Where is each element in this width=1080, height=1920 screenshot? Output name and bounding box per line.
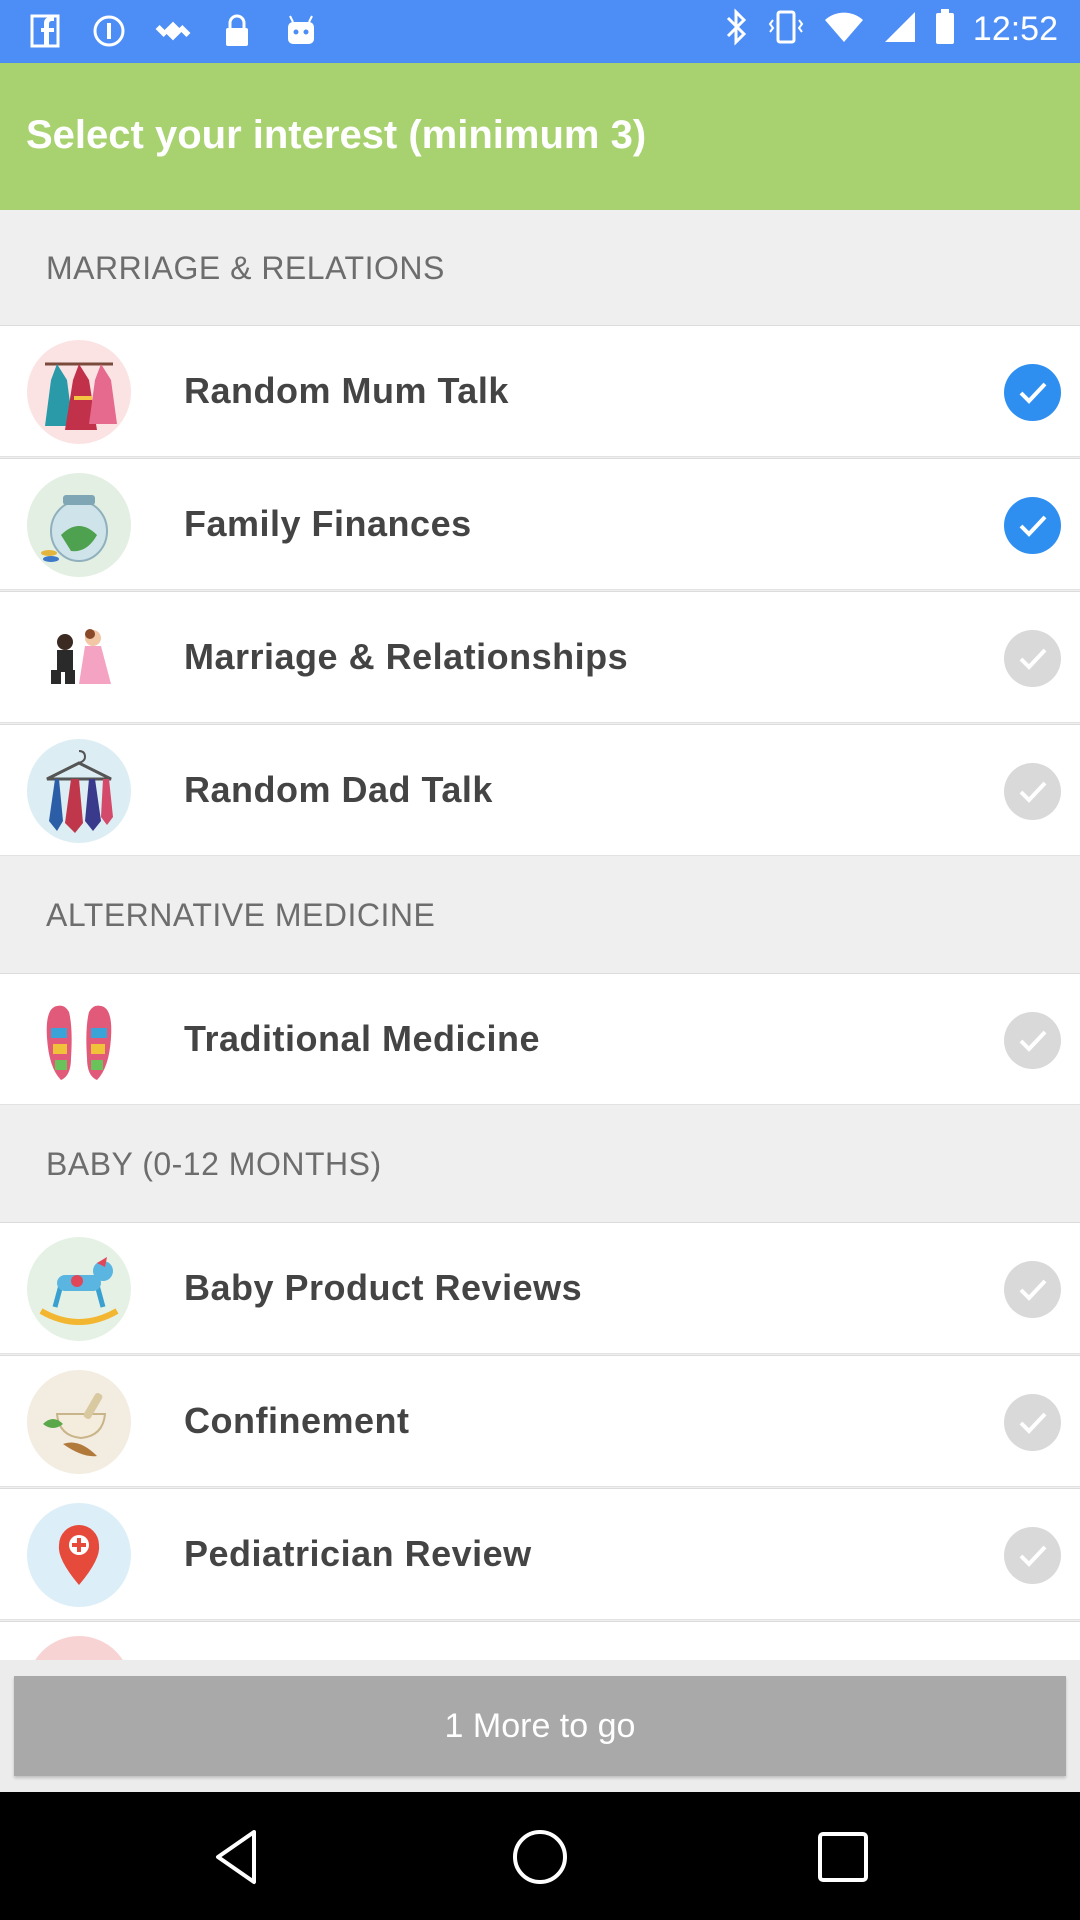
- interest-label: Baby Product Reviews: [184, 1267, 583, 1308]
- interest-item-baby-product-reviews[interactable]: Baby Product Reviews: [0, 1222, 1080, 1354]
- bluetooth-icon: [725, 8, 749, 51]
- ties-icon: [27, 739, 131, 843]
- fake-gps-icon: [154, 12, 192, 50]
- bottom-bar: 1 More to go: [0, 1660, 1080, 1792]
- lock-icon: [218, 12, 256, 50]
- interest-item-pediatrician-review[interactable]: Pediatrician Review: [0, 1488, 1080, 1620]
- section-title: MARRIAGE & RELATIONS: [46, 250, 445, 286]
- navigation-bar: [0, 1792, 1080, 1920]
- interest-item-partial[interactable]: [0, 1621, 1080, 1660]
- home-icon[interactable]: [507, 1824, 573, 1890]
- check-icon[interactable]: [1004, 1261, 1061, 1318]
- interest-item-confinement[interactable]: Confinement: [0, 1355, 1080, 1487]
- wifi-icon: [823, 10, 865, 49]
- interest-label: Confinement: [184, 1400, 410, 1441]
- section-header-alternative-medicine: ALTERNATIVE MEDICINE: [0, 857, 1080, 972]
- check-icon[interactable]: [1004, 497, 1061, 554]
- herbal-bowl-icon: [27, 1370, 131, 1474]
- more-to-go-button[interactable]: 1 More to go: [14, 1676, 1066, 1776]
- recents-icon[interactable]: [810, 1824, 876, 1890]
- interest-label: Random Dad Talk: [184, 769, 493, 810]
- interest-item-marriage-relationships[interactable]: Marriage & Relationships: [0, 591, 1080, 723]
- section-header-baby: BABY (0-12 MONTHS): [0, 1106, 1080, 1221]
- signal-icon: [883, 10, 917, 49]
- check-icon[interactable]: [1004, 630, 1061, 687]
- check-icon[interactable]: [1004, 364, 1061, 421]
- money-jar-icon: [27, 473, 131, 577]
- check-icon[interactable]: [1004, 763, 1061, 820]
- map-pin-icon: [27, 1503, 131, 1607]
- partial-icon: [27, 1636, 131, 1660]
- check-icon[interactable]: [1004, 1012, 1061, 1069]
- vibrate-icon: [767, 8, 805, 51]
- facebook-icon: [26, 12, 64, 50]
- interest-item-random-dad-talk[interactable]: Random Dad Talk: [0, 724, 1080, 856]
- status-bar: 12:52: [0, 0, 1080, 63]
- circle-info-icon: [90, 12, 128, 50]
- reflexology-feet-icon: [27, 988, 131, 1092]
- interest-label: Family Finances: [184, 503, 472, 544]
- status-time: 12:52: [972, 10, 1058, 48]
- header: Select your interest (minimum 3): [0, 63, 1080, 210]
- page-title: Select your interest (minimum 3): [26, 113, 647, 157]
- battery-icon: [935, 9, 955, 50]
- section-header-marriage: MARRIAGE & RELATIONS: [0, 210, 1080, 325]
- interest-label: Pediatrician Review: [184, 1533, 532, 1574]
- interest-item-family-finances[interactable]: Family Finances: [0, 458, 1080, 590]
- interest-label: Traditional Medicine: [184, 1018, 541, 1059]
- interest-label: Random Mum Talk: [184, 370, 509, 411]
- android-icon: [282, 12, 320, 50]
- check-icon[interactable]: [1004, 1527, 1061, 1584]
- dresses-icon: [27, 340, 131, 444]
- check-icon[interactable]: [1004, 1394, 1061, 1451]
- section-title: ALTERNATIVE MEDICINE: [46, 897, 436, 933]
- interest-list[interactable]: MARRIAGE & RELATIONS Random Mum Talk Fam…: [0, 210, 1080, 1660]
- couple-icon: [27, 606, 131, 710]
- back-icon[interactable]: [204, 1824, 270, 1890]
- interest-item-random-mum-talk[interactable]: Random Mum Talk: [0, 325, 1080, 457]
- rocking-horse-icon: [27, 1237, 131, 1341]
- section-title: BABY (0-12 MONTHS): [46, 1146, 382, 1182]
- interest-item-traditional-medicine[interactable]: Traditional Medicine: [0, 973, 1080, 1105]
- interest-label: Marriage & Relationships: [184, 636, 629, 677]
